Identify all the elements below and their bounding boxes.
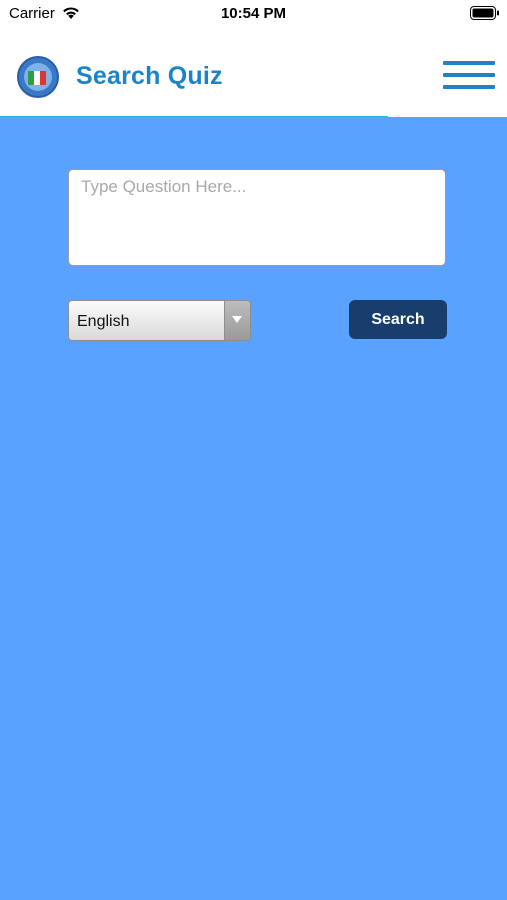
main-content: English Search (0, 117, 507, 900)
status-bar: Carrier 10:54 PM (0, 0, 507, 30)
page-title: Search Quiz (76, 62, 223, 91)
hamburger-menu-icon[interactable] (443, 59, 495, 92)
status-time: 10:54 PM (0, 5, 507, 22)
question-input[interactable] (68, 169, 446, 266)
language-select-value: English (77, 313, 129, 331)
app-logo (17, 56, 59, 98)
battery-icon (470, 6, 500, 20)
search-button[interactable]: Search (349, 300, 447, 339)
language-select-toggle[interactable] (224, 301, 250, 340)
app-header: Search Quiz (0, 30, 507, 116)
chevron-down-icon (232, 316, 242, 323)
language-select[interactable]: English (68, 300, 251, 341)
